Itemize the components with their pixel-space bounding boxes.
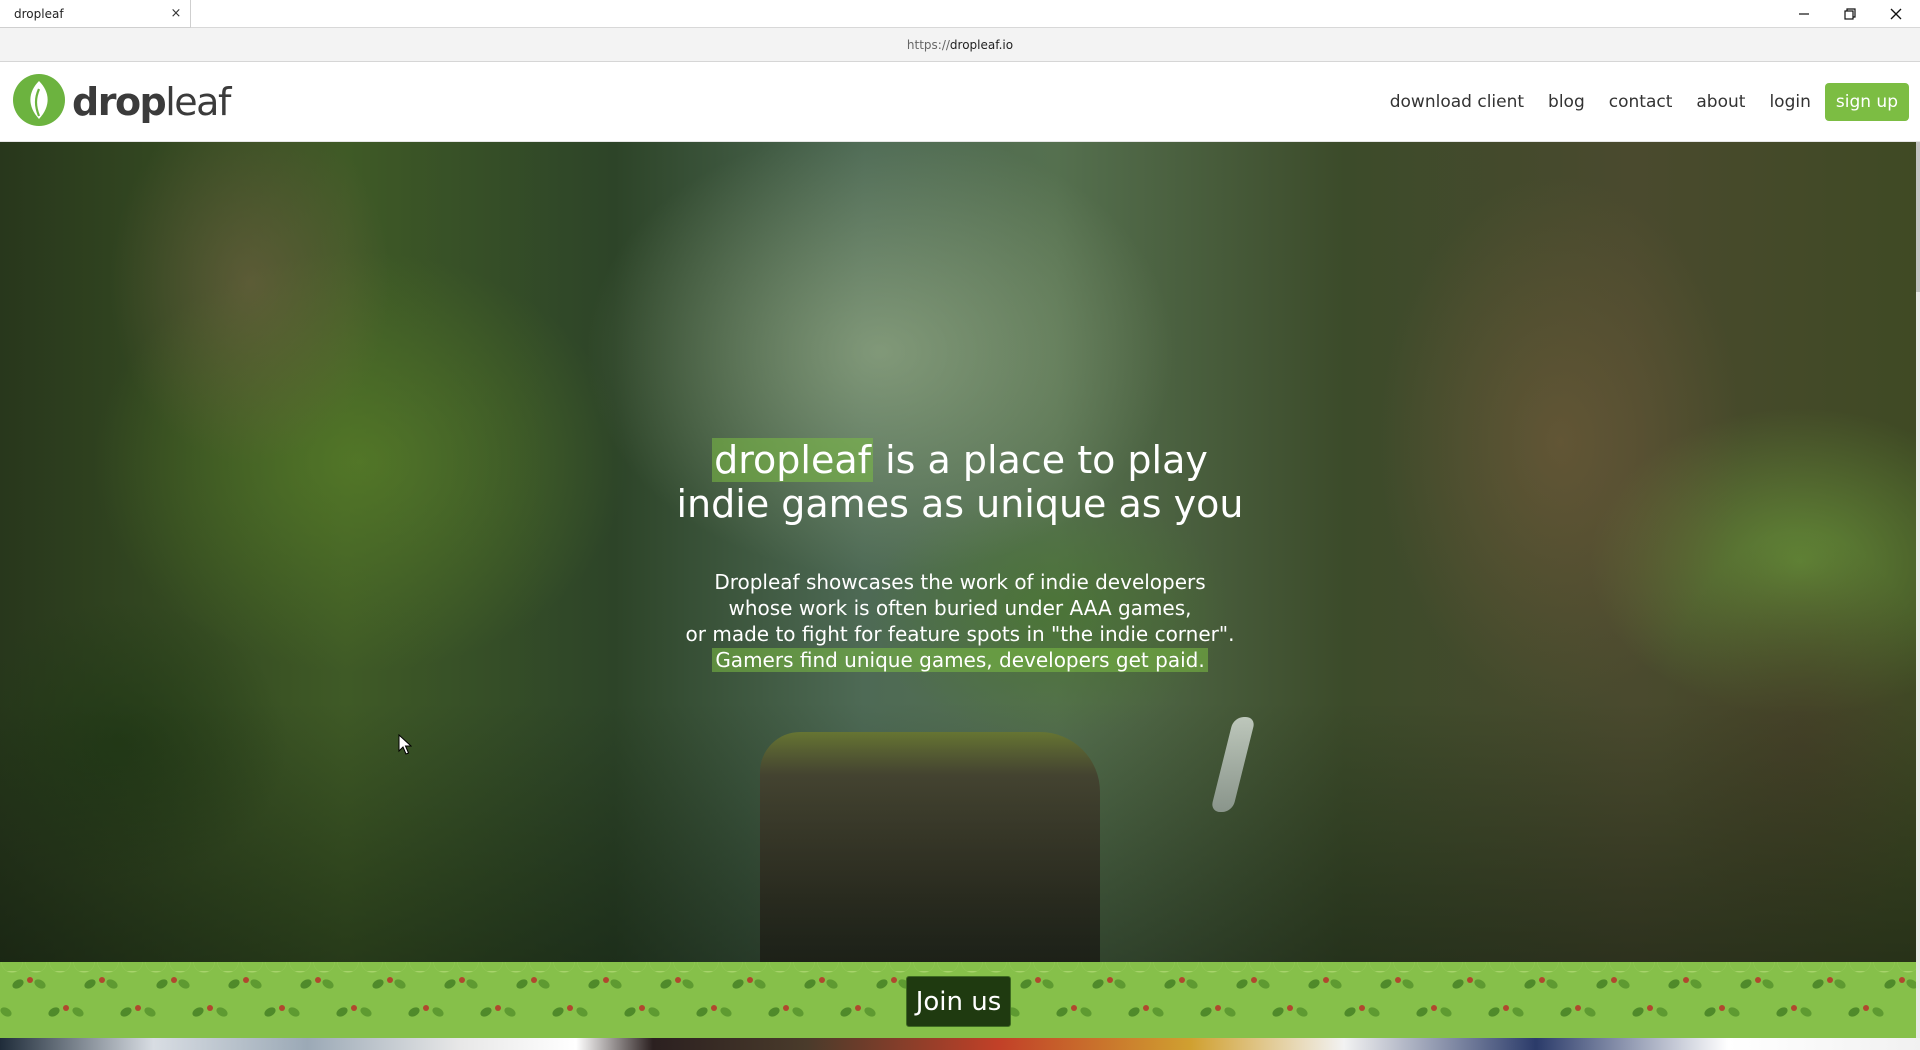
main-nav: download client blog contact about login… (1366, 83, 1909, 121)
close-icon[interactable] (1873, 0, 1919, 28)
nav-login[interactable]: login (1769, 92, 1810, 112)
url-prefix: https:// (906, 37, 950, 52)
minimize-icon[interactable] (1781, 0, 1827, 28)
logo-word-bold: drop (72, 80, 167, 124)
nav-contact[interactable]: contact (1609, 92, 1673, 112)
nav-download-client[interactable]: download client (1390, 92, 1524, 112)
description-line1: Dropleaf showcases the work of indie dev… (714, 570, 1206, 594)
description-line3: or made to fight for feature spots in "t… (685, 622, 1235, 646)
restore-icon[interactable] (1827, 0, 1873, 28)
browser-tab[interactable]: dropleaf × (0, 0, 191, 28)
tab-close-icon[interactable]: × (168, 6, 184, 22)
hero-description: Dropleaf showcases the work of indie dev… (0, 569, 1920, 673)
nav-about[interactable]: about (1696, 92, 1745, 112)
hero-headline: dropleaf is a place to play indie games … (0, 438, 1920, 526)
scrollbar-thumb[interactable] (1916, 142, 1920, 292)
games-preview-strip (0, 1038, 1920, 1050)
leaf-logo-icon (12, 72, 66, 132)
logo-link[interactable]: dropleaf (12, 72, 231, 132)
headline-highlight: dropleaf (712, 438, 873, 482)
logo-word-light: leaf (165, 80, 231, 124)
headline-line2: indie games as unique as you (676, 482, 1244, 526)
tab-title: dropleaf (14, 6, 64, 21)
mouse-cursor-icon (398, 734, 412, 755)
nav-blog[interactable]: blog (1548, 92, 1585, 112)
join-us-button[interactable]: Join us (906, 976, 1011, 1027)
headline-line1: is a place to play (873, 438, 1208, 482)
description-line2: whose work is often buried under AAA gam… (728, 596, 1192, 620)
address-bar[interactable]: https://dropleaf.io (0, 28, 1920, 62)
site-header: dropleaf download client blog contact ab… (0, 62, 1920, 142)
hero-shade (0, 702, 1920, 962)
signup-button[interactable]: sign up (1824, 83, 1909, 121)
description-line4: Gamers find unique games, developers get… (712, 648, 1208, 672)
browser-tab-bar: dropleaf × (0, 0, 1920, 28)
hero-section: dropleaf is a place to play indie games … (0, 142, 1920, 962)
join-band: Join us (0, 962, 1920, 1038)
logo-wordmark: dropleaf (72, 80, 231, 124)
url-host: dropleaf.io (949, 37, 1014, 52)
